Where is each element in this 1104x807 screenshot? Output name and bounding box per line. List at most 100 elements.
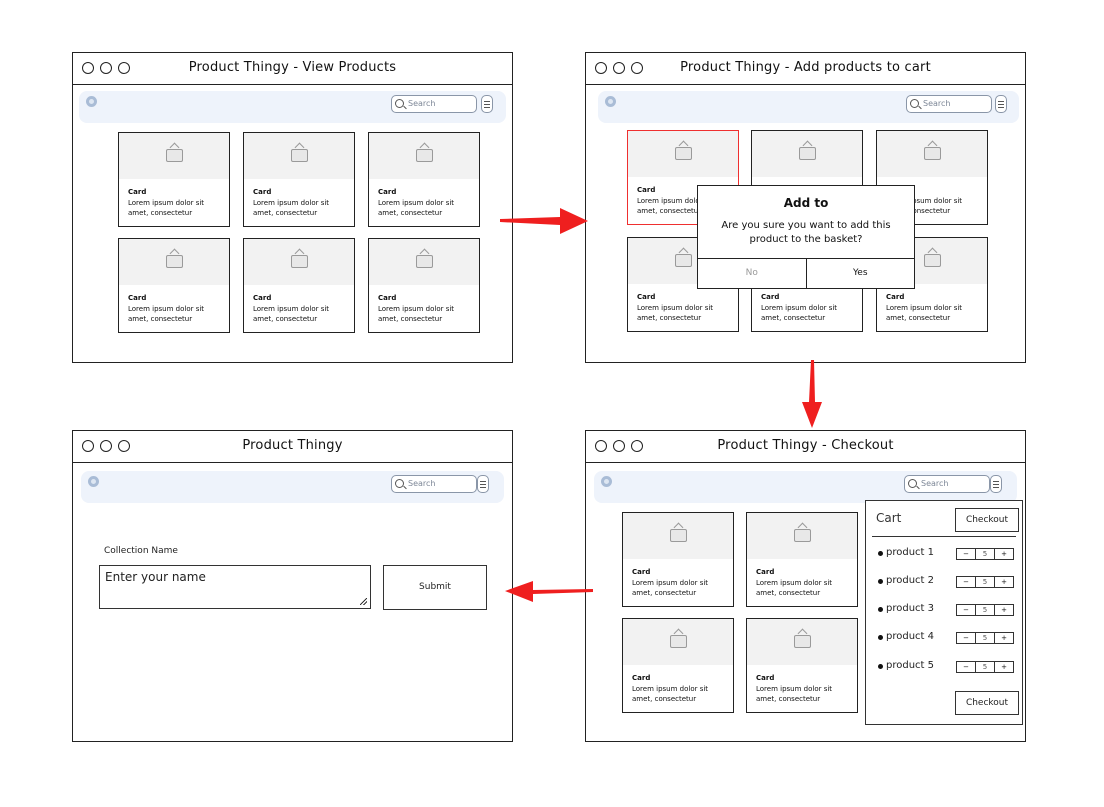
card-body: Lorem ipsum dolor sit amet, consectetur	[756, 579, 833, 597]
bullet-icon	[878, 664, 883, 669]
cart-item-name: product 4	[886, 631, 935, 642]
search-input[interactable]: Search	[906, 95, 992, 113]
card-body: Lorem ipsum dolor sit amet, consectetur	[253, 305, 330, 323]
quantity-value[interactable]: 5	[975, 605, 995, 615]
product-card[interactable]: Card Lorem ipsum dolor sit amet, consect…	[746, 512, 858, 607]
search-placeholder: Search	[921, 479, 949, 488]
decrement-button[interactable]: −	[957, 662, 975, 672]
navbar: Search	[81, 471, 504, 503]
quantity-value[interactable]: 5	[975, 662, 995, 672]
cart-item-name: product 1	[886, 547, 935, 558]
image-placeholder-icon	[670, 529, 687, 542]
increment-button[interactable]: +	[995, 662, 1013, 672]
card-title: Card	[756, 674, 775, 682]
image-placeholder-icon	[675, 254, 692, 267]
image-placeholder-icon	[799, 147, 816, 160]
image-placeholder-icon	[291, 149, 308, 162]
search-icon	[395, 99, 404, 108]
decrement-button[interactable]: −	[957, 577, 975, 587]
logo-icon	[88, 476, 99, 487]
window-title: Product Thingy - View Products	[188, 60, 397, 75]
card-body: Lorem ipsum dolor sit amet, consectetur	[128, 305, 205, 323]
product-card[interactable]: Card Lorem ipsum dolor sit amet, consect…	[243, 238, 355, 333]
quantity-value[interactable]: 5	[975, 549, 995, 559]
search-icon	[395, 479, 404, 488]
card-title: Card	[886, 293, 905, 301]
cart-item: product 2 − 5 +	[876, 574, 1014, 590]
decrement-button[interactable]: −	[957, 633, 975, 643]
image-placeholder-icon	[675, 147, 692, 160]
product-card[interactable]: Card Lorem ipsum dolor sit amet, consect…	[368, 132, 480, 227]
product-card[interactable]: Card Lorem ipsum dolor sit amet, consect…	[622, 512, 734, 607]
menu-icon[interactable]	[477, 475, 489, 493]
yes-button[interactable]: Yes	[807, 259, 915, 288]
search-input[interactable]: Search	[904, 475, 990, 493]
increment-button[interactable]: +	[995, 549, 1013, 559]
logo-icon	[86, 96, 97, 107]
collection-name-value: Enter your name	[105, 570, 206, 584]
card-body: Lorem ipsum dolor sit amet, consectetur	[632, 579, 709, 597]
decrement-button[interactable]: −	[957, 605, 975, 615]
no-button[interactable]: No	[698, 259, 807, 288]
bullet-icon	[878, 635, 883, 640]
search-input[interactable]: Search	[391, 95, 477, 113]
logo-icon	[601, 476, 612, 487]
bullet-icon	[878, 551, 883, 556]
image-placeholder-icon	[794, 529, 811, 542]
image-placeholder-icon	[416, 255, 433, 268]
card-body: Lorem ipsum dolor sit amet, consectetur	[886, 304, 963, 322]
product-card[interactable]: Card Lorem ipsum dolor sit amet, consect…	[118, 238, 230, 333]
cart-item-name: product 2	[886, 575, 935, 586]
image-placeholder-icon	[924, 147, 941, 160]
product-card[interactable]: Card Lorem ipsum dolor sit amet, consect…	[243, 132, 355, 227]
quantity-stepper: − 5 +	[956, 548, 1014, 560]
product-card[interactable]: Card Lorem ipsum dolor sit amet, consect…	[622, 618, 734, 713]
collection-name-label: Collection Name	[104, 546, 178, 556]
confirm-dialog: Add to Are you sure you want to add this…	[697, 185, 915, 289]
quantity-value[interactable]: 5	[975, 577, 995, 587]
submit-button[interactable]: Submit	[383, 565, 487, 610]
increment-button[interactable]: +	[995, 577, 1013, 587]
menu-icon[interactable]	[990, 475, 1002, 493]
product-card[interactable]: Card Lorem ipsum dolor sit amet, consect…	[746, 618, 858, 713]
card-title: Card	[632, 568, 651, 576]
resize-handle-icon[interactable]	[360, 598, 367, 605]
collection-name-field[interactable]: Enter your name	[99, 565, 371, 609]
search-placeholder: Search	[408, 479, 436, 488]
card-title: Card	[632, 674, 651, 682]
menu-icon[interactable]	[995, 95, 1007, 113]
checkout-button-bottom[interactable]: Checkout	[955, 691, 1019, 715]
menu-icon[interactable]	[481, 95, 493, 113]
image-placeholder-icon	[924, 254, 941, 267]
image-placeholder-icon	[291, 255, 308, 268]
checkout-button-top[interactable]: Checkout	[955, 508, 1019, 532]
image-placeholder-icon	[670, 635, 687, 648]
quantity-stepper: − 5 +	[956, 604, 1014, 616]
product-card[interactable]: Card Lorem ipsum dolor sit amet, consect…	[118, 132, 230, 227]
search-input[interactable]: Search	[391, 475, 477, 493]
product-card[interactable]: Card Lorem ipsum dolor sit amet, consect…	[368, 238, 480, 333]
card-body: Lorem ipsum dolor sit amet, consectetur	[128, 199, 205, 217]
image-placeholder-icon	[166, 255, 183, 268]
card-body: Lorem ipsum dolor sit amet, consectetur	[637, 304, 714, 322]
decrement-button[interactable]: −	[957, 549, 975, 559]
navbar: Search	[79, 91, 506, 123]
increment-button[interactable]: +	[995, 605, 1013, 615]
navbar: Search	[598, 91, 1019, 123]
card-body: Lorem ipsum dolor sit amet, consectetur	[378, 305, 455, 323]
cart-item-name: product 3	[886, 603, 935, 614]
quantity-value[interactable]: 5	[975, 633, 995, 643]
quantity-stepper: − 5 +	[956, 661, 1014, 673]
title-bar: Product Thingy - Add products to cart	[586, 53, 1025, 85]
flow-arrow-right	[500, 208, 588, 234]
card-body: Lorem ipsum dolor sit amet, consectetur	[378, 199, 455, 217]
image-placeholder-icon	[794, 635, 811, 648]
increment-button[interactable]: +	[995, 633, 1013, 643]
image-placeholder-icon	[166, 149, 183, 162]
quantity-stepper: − 5 +	[956, 576, 1014, 588]
card-title: Card	[378, 294, 397, 302]
card-title: Card	[637, 186, 656, 194]
cart-title: Cart	[876, 511, 902, 525]
logo-icon	[605, 96, 616, 107]
card-title: Card	[761, 293, 780, 301]
